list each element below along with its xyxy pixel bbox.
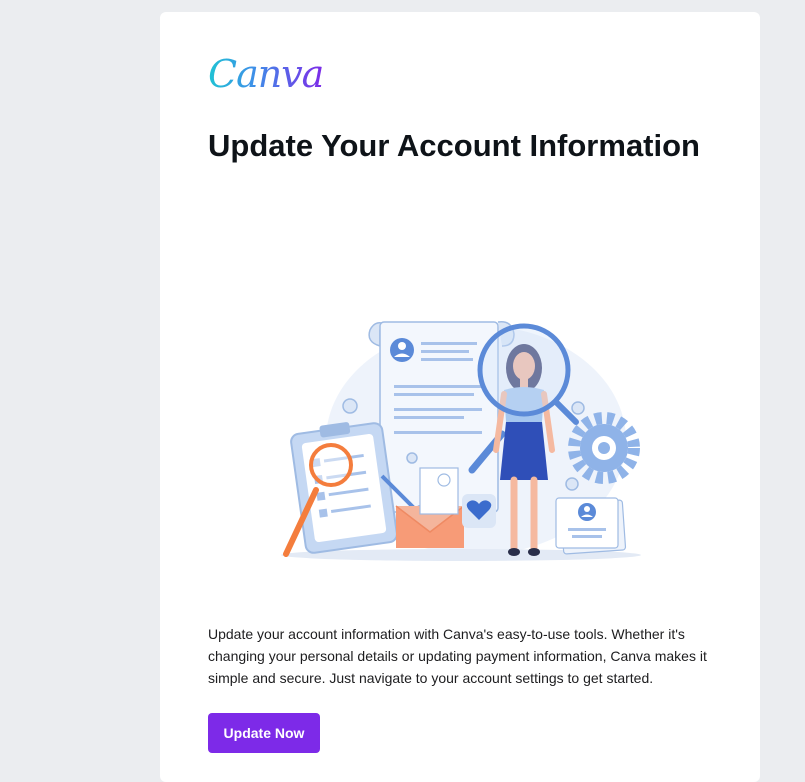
- bubble: [565, 477, 579, 491]
- update-now-button[interactable]: Update Now: [208, 713, 320, 753]
- body-paragraph: Update your account information with Can…: [208, 626, 707, 686]
- heart-icon: [462, 494, 496, 528]
- bubble: [571, 401, 585, 415]
- page-title: Update Your Account Information: [208, 128, 700, 163]
- bubble: [406, 452, 418, 464]
- canva-logo[interactable]: Canva: [208, 50, 324, 98]
- user-icon: [555, 497, 627, 555]
- email-card: Canva Update Your Account Information Up…: [160, 12, 760, 782]
- clipboard-icon: [290, 422, 398, 554]
- bubble: [342, 398, 358, 414]
- account-update-illustration: [281, 321, 641, 561]
